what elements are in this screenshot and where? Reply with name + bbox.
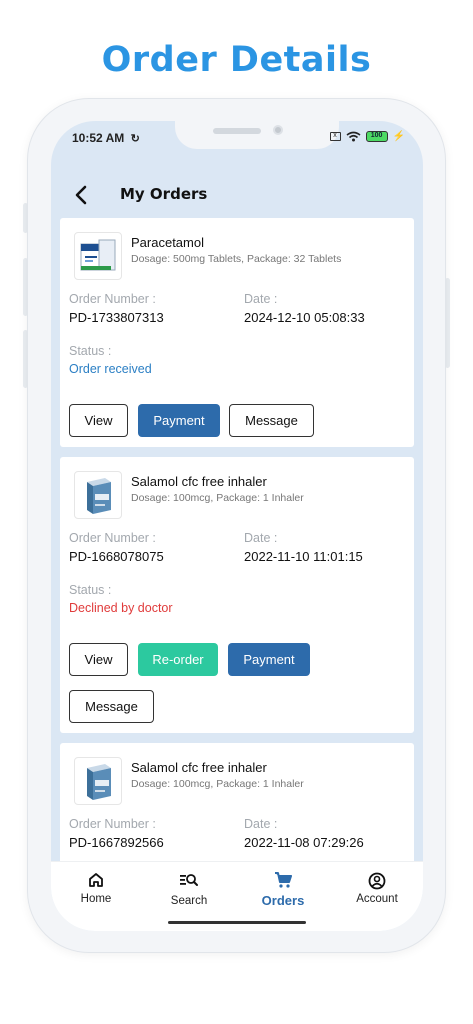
product-name: Paracetamol	[131, 235, 204, 250]
cart-icon	[243, 872, 323, 892]
product-image	[74, 232, 122, 280]
product-image	[74, 471, 122, 519]
status-value: Order received	[69, 362, 152, 376]
order-number-value: PD-1667892566	[69, 835, 164, 850]
order-number-label: Order Number :	[69, 817, 156, 831]
product-details: Dosage: 500mg Tablets, Package: 32 Table…	[131, 253, 342, 265]
wifi-icon	[346, 131, 361, 142]
date-label: Date :	[244, 531, 278, 545]
product-image	[74, 757, 122, 805]
home-indicator	[168, 921, 306, 924]
product-details: Dosage: 100mcg, Package: 1 Inhaler	[131, 492, 304, 504]
product-name: Salamol cfc free inhaler	[131, 760, 267, 775]
account-icon	[337, 872, 417, 892]
reorder-button[interactable]: Re-order	[138, 643, 218, 676]
order-number-label: Order Number :	[69, 292, 156, 306]
status-time: 10:52 AM ↻	[72, 131, 140, 145]
battery-icon: 100	[365, 131, 388, 142]
status-label: Status :	[69, 344, 112, 358]
order-number-value: PD-1733807313	[69, 310, 164, 325]
nav-search[interactable]: Search	[149, 872, 229, 907]
app-header: My Orders	[51, 181, 423, 211]
date-value: 2022-11-08 07:29:26	[244, 835, 364, 850]
charging-icon: ⚡	[392, 131, 405, 142]
page-heading: Order Details	[101, 40, 372, 80]
order-number-value: PD-1668078075	[69, 549, 164, 564]
page-title: My Orders	[120, 185, 208, 203]
sync-icon: ↻	[130, 133, 140, 145]
sim-icon: x	[329, 132, 341, 141]
payment-button[interactable]: Payment	[228, 643, 310, 676]
nav-account-label: Account	[356, 893, 398, 905]
date-value: 2024-12-10 05:08:33	[244, 310, 365, 325]
speaker	[213, 128, 261, 134]
product-name: Salamol cfc free inhaler	[131, 474, 267, 489]
search-list-icon	[149, 872, 229, 892]
nav-home[interactable]: Home	[56, 872, 136, 905]
date-label: Date :	[244, 292, 278, 306]
nav-orders[interactable]: Orders	[243, 872, 323, 908]
nav-orders-label: Orders	[261, 893, 305, 908]
product-details: Dosage: 100mcg, Package: 1 Inhaler	[131, 778, 304, 790]
message-button[interactable]: Message	[229, 404, 314, 437]
message-button[interactable]: Message	[69, 690, 154, 723]
camera	[273, 125, 283, 135]
back-arrow-icon[interactable]	[75, 181, 87, 211]
home-icon	[56, 872, 136, 892]
date-value: 2022-11-10 11:01:15	[244, 549, 363, 564]
order-card: Salamol cfc free inhaler Dosage: 100mcg,…	[60, 457, 414, 733]
order-number-label: Order Number :	[69, 531, 156, 545]
phone-screen: 10:52 AM ↻ x 100 ⚡ My Orders Paracetamol…	[51, 121, 423, 931]
notch	[175, 121, 339, 149]
nav-search-label: Search	[170, 895, 208, 907]
view-button[interactable]: View	[69, 643, 128, 676]
date-label: Date :	[244, 817, 278, 831]
payment-button[interactable]: Payment	[138, 404, 220, 437]
order-card: Paracetamol Dosage: 500mg Tablets, Packa…	[60, 218, 414, 447]
nav-account[interactable]: Account	[337, 872, 417, 905]
status-value: Declined by doctor	[69, 601, 173, 615]
view-button[interactable]: View	[69, 404, 128, 437]
status-icons: x 100 ⚡	[329, 131, 405, 142]
status-label: Status :	[69, 583, 112, 597]
nav-home-label: Home	[80, 893, 112, 905]
